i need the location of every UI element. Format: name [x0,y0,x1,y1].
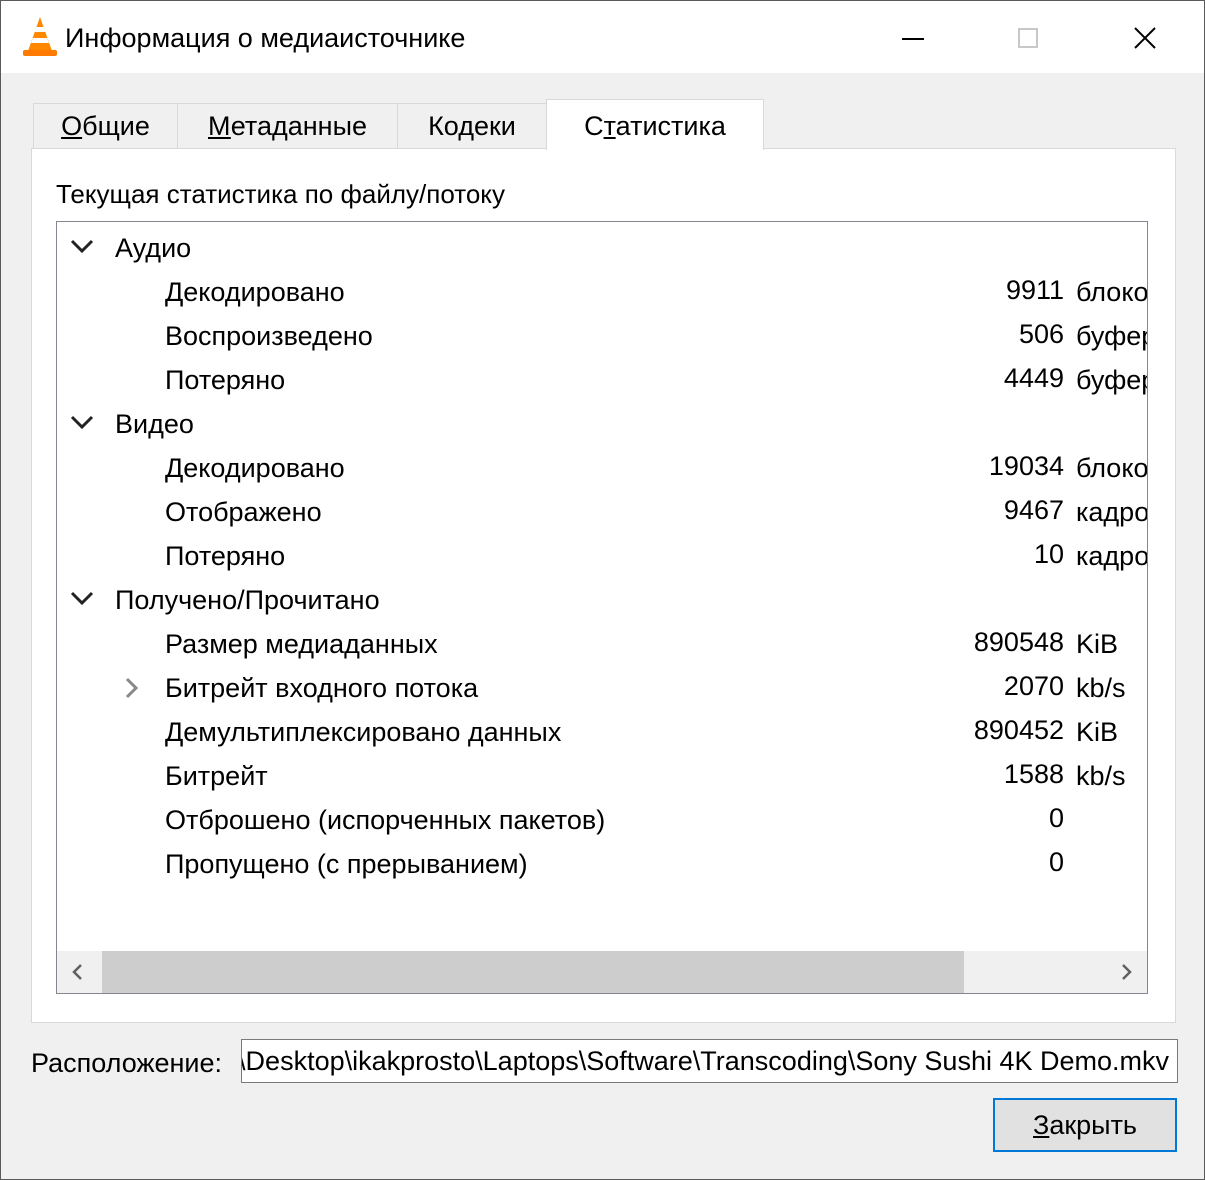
location-value: C:\Users\ikakprosto\Desktop\ikakprosto\L… [241,1046,1169,1076]
stat-unit: кадров [1076,497,1148,527]
close-button[interactable]: Закрыть [993,1098,1177,1152]
scroll-left-icon[interactable] [69,963,87,981]
tree-stat-row[interactable]: Потеряно 4449 буферов [57,358,1147,402]
tree-stat-row[interactable]: Потеряно 10 кадров [57,534,1147,578]
stat-label: Битрейт [165,761,268,791]
tab-general[interactable]: Общие [33,103,178,149]
stat-value: 890548 [973,627,1064,657]
tree-stat-row[interactable]: Отброшено (испорченных пакетов) 0 [57,798,1147,842]
tree-group-row[interactable]: Видео [57,402,1147,446]
close-window-button[interactable] [1086,1,1204,73]
tree-group-label: Видео [115,409,194,439]
media-info-dialog: Информация о медиаисточнике Общие Метада… [0,0,1205,1180]
tree-group-label: Получено/Прочитано [115,585,380,615]
stat-value: 890452 [973,715,1064,745]
stat-unit: kb/s [1076,673,1126,703]
stat-label: Отображено [165,497,322,527]
scroll-right-icon[interactable] [1117,963,1135,981]
close-icon [1134,27,1156,49]
stat-label: Демультиплексировано данных [165,717,562,747]
tree-group-label: Аудио [115,233,192,263]
stat-unit: буферов [1076,321,1147,351]
minimize-button[interactable] [854,1,972,73]
stat-value: 10 [1033,539,1064,569]
maximize-icon [1018,28,1038,48]
tree-group-row[interactable]: Аудио [57,226,1147,270]
stat-unit: kb/s [1076,761,1126,791]
stat-unit: блоков [1076,277,1148,307]
tab-codecs[interactable]: Кодеки [397,103,547,149]
stat-unit: KiB [1076,629,1119,659]
stat-value: 19034 [988,451,1064,481]
tree-stat-row[interactable]: Демультиплексировано данных 890452 KiB [57,710,1147,754]
stat-label: Отброшено (испорченных пакетов) [165,805,606,835]
tree-stat-row[interactable]: Воспроизведено 506 буферов [57,314,1147,358]
statistics-heading: Текущая статистика по файлу/потоку [56,179,505,209]
chevron-down-icon[interactable] [69,236,95,256]
tree-stat-row[interactable]: Декодировано 19034 блоков [57,446,1147,490]
location-field[interactable]: C:\Users\ikakprosto\Desktop\ikakprosto\L… [241,1039,1178,1083]
stat-value: 2070 [1003,671,1064,701]
stat-value: 506 [1018,319,1064,349]
horizontal-scrollbar[interactable] [57,951,1147,993]
tree-stat-row[interactable]: Битрейт входного потока 2070 kb/s [57,666,1147,710]
tab-metadata[interactable]: Метаданные [177,103,398,149]
minimize-icon [902,38,924,40]
chevron-down-icon[interactable] [69,588,95,608]
tab-statistics[interactable]: Статистика [546,99,764,150]
stat-label: Потеряно [165,365,286,395]
location-label: Расположение: [31,1048,223,1078]
stat-label: Потеряно [165,541,286,571]
vlc-cone-icon [23,17,57,56]
stat-label: Размер медиаданных [165,629,438,659]
scrollbar-thumb[interactable] [102,951,964,993]
stat-value: 1588 [1003,759,1064,789]
statistics-panel: Текущая статистика по файлу/потоку Аудио… [31,148,1176,1023]
stat-unit: KiB [1076,717,1119,747]
stat-unit: буферов [1076,365,1147,395]
statistics-tree[interactable]: Аудио Декодировано 9911 блоков Воспроизведен… [56,221,1148,994]
tree-stat-row[interactable]: Пропущено (с прерыванием) 0 [57,842,1147,886]
stat-value: 0 [1048,803,1064,833]
chevron-down-icon[interactable] [69,412,95,432]
stat-label: Воспроизведено [165,321,373,351]
stat-label: Декодировано [165,277,345,307]
tree-stat-row[interactable]: Битрейт 1588 kb/s [57,754,1147,798]
stat-value: 9911 [1005,275,1064,305]
stat-value: 4449 [1003,363,1064,393]
window-title: Информация о медиаисточнике [65,23,466,53]
stat-unit: кадров [1076,541,1148,571]
stat-label: Битрейт входного потока [165,673,479,703]
stat-unit: блоков [1076,453,1148,483]
stat-value: 9467 [1003,495,1064,525]
stat-label: Пропущено (с прерыванием) [165,849,528,879]
title-bar: Информация о медиаисточнике [1,1,1204,73]
chevron-right-icon[interactable] [123,676,141,700]
stat-value: 0 [1048,847,1064,877]
tree-stat-row[interactable]: Отображено 9467 кадров [57,490,1147,534]
maximize-button[interactable] [969,1,1087,73]
tree-stat-row[interactable]: Размер медиаданных 890548 KiB [57,622,1147,666]
tree-stat-row[interactable]: Декодировано 9911 блоков [57,270,1147,314]
tree-group-row[interactable]: Получено/Прочитано [57,578,1147,622]
stat-label: Декодировано [165,453,345,483]
